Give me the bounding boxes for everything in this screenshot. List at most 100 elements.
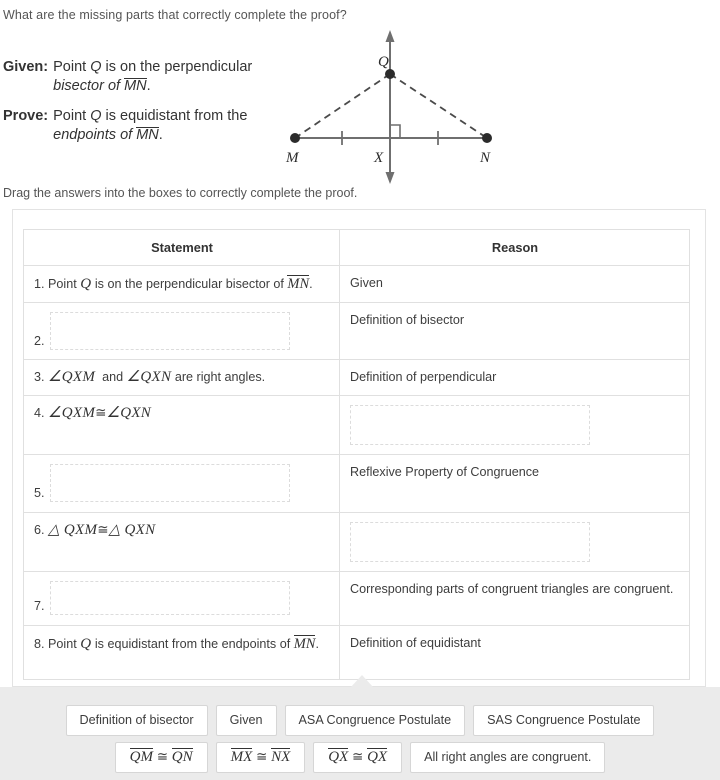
answer-chip-asa-congruence-postulate[interactable]: ASA Congruence Postulate — [284, 705, 466, 736]
diagram-svg: Q M X N — [285, 30, 492, 184]
prove-line2-of: of — [120, 127, 137, 143]
table-row: 1. Point Q is on the perpendicular bisec… — [23, 265, 690, 303]
row8-post: . — [315, 637, 319, 651]
given-prove-block: Given: Point Q is on the perpendicular b… — [3, 58, 288, 156]
proof-exercise-page: What are the missing parts that correctl… — [0, 0, 720, 780]
given-line1-pre: Point — [53, 59, 91, 75]
point-m — [290, 133, 300, 143]
row1-segment-mn: MN — [287, 275, 310, 292]
geometry-diagram: Q M X N — [280, 22, 515, 187]
row4-num: 4. — [34, 406, 45, 420]
answer-chip-sas-congruence-postulate[interactable]: SAS Congruence Postulate — [473, 705, 655, 736]
answer-tray-row-2: QM ≅ QN MX ≅ NX QX ≅ QX All right angles… — [0, 742, 720, 773]
diagram-label-q: Q — [378, 54, 389, 70]
diagram-label-x: X — [373, 150, 384, 166]
row4-angle-qxm: ∠QXM — [48, 405, 96, 421]
given-row: Given: Point Q is on the perpendicular b… — [3, 58, 288, 96]
answer-chip-mx-congruent-nx[interactable]: MX ≅ NX — [215, 742, 306, 773]
reason-cell-7: Corresponding parts of congruent triangl… — [339, 571, 690, 626]
statement-cell-1: 1. Point Q is on the perpendicular bisec… — [23, 265, 340, 303]
prove-text: Point Q is equidistant from the endpoint… — [53, 107, 247, 145]
reason-cell-8: Definition of equidistant — [339, 625, 690, 680]
diagram-label-m: M — [285, 150, 300, 166]
given-line2-period: . — [146, 78, 151, 94]
prove-line1-post: is equidistant from the — [101, 108, 248, 124]
point-q — [385, 69, 395, 79]
row1-post: . — [309, 277, 313, 291]
tray-pointer-icon — [351, 675, 373, 687]
given-line2-pre: bisector — [53, 78, 108, 94]
table-row: 7. Corresponding parts of congruent tria… — [23, 571, 690, 626]
prove-line1-var: Q — [90, 108, 102, 124]
row3-angle-qxn: ∠QXN — [126, 369, 172, 385]
table-row: 2. Definition of bisector — [23, 302, 690, 360]
given-line2-of: of — [107, 78, 125, 94]
table-row: 3. ∠QXM and ∠QXN are right angles. Defin… — [23, 359, 690, 396]
row6-triangle-qxn: △ QXN — [108, 522, 156, 538]
row8-var-q: Q — [80, 636, 92, 652]
table-row: 4. ∠QXM≅∠QXN — [23, 395, 690, 455]
answer-chip-all-right-angles-are-congruent[interactable]: All right angles are congruent. — [410, 742, 606, 773]
row5-num: 5. — [34, 486, 45, 500]
proof-table: Statement Reason 1. Point Q is on the pe… — [23, 229, 690, 680]
row1-num: 1. — [34, 277, 45, 291]
dashed-segment-qn — [389, 73, 488, 139]
arrow-down-icon — [385, 172, 395, 184]
reason-cell-1: Given — [339, 265, 690, 303]
chip1-seg-a: QM — [129, 748, 153, 766]
answer-tray: Definition of bisector Given ASA Congrue… — [0, 687, 720, 780]
chip3-congruent-symbol: ≅ — [352, 749, 364, 766]
answer-chip-qx-congruent-qx[interactable]: QX ≅ QX — [313, 742, 403, 773]
row8-segment-mn: MN — [293, 635, 316, 652]
given-segment-mn: MN — [124, 78, 147, 94]
chip2-congruent-symbol: ≅ — [256, 749, 268, 766]
row1-pre: Point — [48, 277, 81, 291]
header-statement: Statement — [23, 229, 340, 266]
statement-cell-7: 7. — [23, 571, 340, 626]
dashed-segment-qm — [294, 73, 391, 139]
row2-num: 2. — [34, 334, 45, 348]
dropzone-reason-6[interactable] — [350, 522, 590, 562]
dropzone-statement-7[interactable] — [49, 581, 290, 615]
drag-instruction: Drag the answers into the boxes to corre… — [3, 186, 358, 200]
statement-cell-5: 5. — [23, 454, 340, 513]
answer-chip-definition-of-bisector[interactable]: Definition of bisector — [65, 705, 208, 736]
table-row: 8. Point Q is equidistant from the endpo… — [23, 625, 690, 680]
prove-line2-pre: endpoints — [53, 127, 121, 143]
statement-cell-8: 8. Point Q is equidistant from the endpo… — [23, 625, 340, 680]
answer-chip-given[interactable]: Given — [215, 705, 277, 736]
answer-chip-qm-congruent-qn[interactable]: QM ≅ QN — [114, 742, 208, 773]
row6-num: 6. — [34, 523, 45, 537]
dropzone-statement-5[interactable] — [49, 464, 290, 502]
statement-cell-6: 6. △ QXM≅△ QXN — [23, 512, 340, 572]
dropzone-statement-2[interactable] — [49, 312, 290, 350]
row3-join: and — [102, 370, 124, 384]
row3-angle-qxm: ∠QXM — [48, 369, 96, 385]
table-row: 6. △ QXM≅△ QXN — [23, 512, 690, 572]
statement-cell-4: 4. ∠QXM≅∠QXN — [23, 395, 340, 455]
row3-num: 3. — [34, 370, 45, 384]
question-prompt: What are the missing parts that correctl… — [3, 8, 347, 22]
chip3-seg-a: QX — [328, 748, 349, 766]
prove-label: Prove: — [3, 108, 49, 124]
row7-num: 7. — [34, 599, 45, 613]
prove-line2-period: . — [158, 127, 163, 143]
given-line1-var: Q — [90, 59, 102, 75]
chip2-seg-b: NX — [271, 748, 291, 766]
row1-var-q: Q — [80, 276, 92, 292]
prove-segment-mn: MN — [136, 127, 159, 143]
table-row: 5. Reflexive Property of Congruence — [23, 454, 690, 513]
row8-num: 8. — [34, 637, 45, 651]
statement-cell-3: 3. ∠QXM and ∠QXN are right angles. — [23, 359, 340, 396]
reason-cell-4 — [339, 395, 690, 455]
row8-pre: Point — [48, 637, 81, 651]
row4-angle-qxn: ∠QXN — [106, 405, 152, 421]
dropzone-reason-4[interactable] — [350, 405, 590, 445]
reason-cell-2: Definition of bisector — [339, 302, 690, 360]
diagram-label-n: N — [479, 150, 491, 166]
arrow-up-icon — [385, 30, 395, 42]
row6-congruent-symbol: ≅ — [97, 522, 109, 538]
chip1-congruent-symbol: ≅ — [156, 749, 168, 766]
statement-cell-2: 2. — [23, 302, 340, 360]
reason-cell-6 — [339, 512, 690, 572]
